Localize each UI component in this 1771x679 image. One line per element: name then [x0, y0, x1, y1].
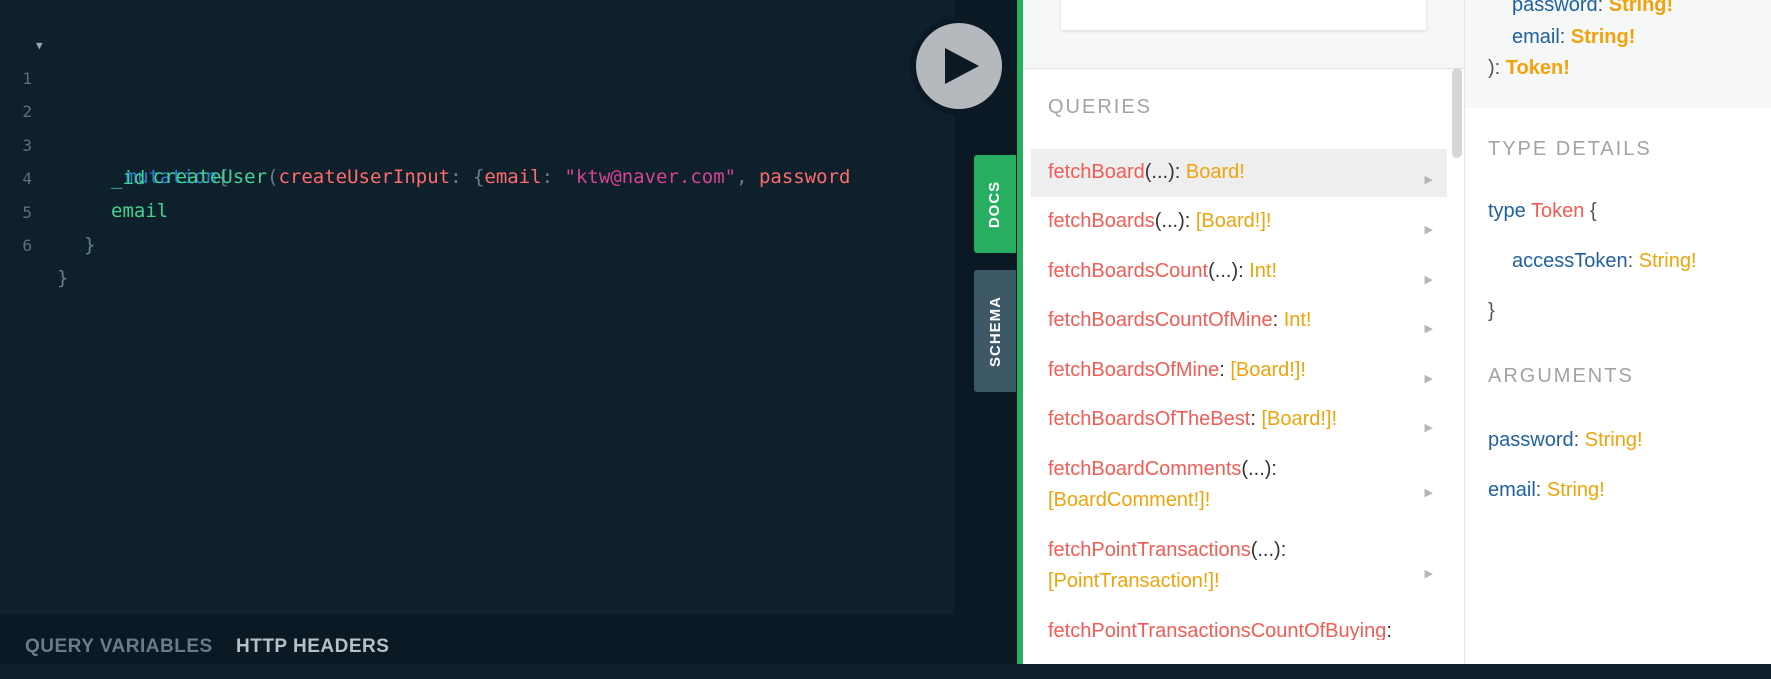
type-detail-panel: password: String! email: String! ): Toke…: [1464, 0, 1771, 664]
docs-search-box[interactable]: ⌕: [1061, 0, 1426, 30]
tab-docs-label: DOCS: [986, 180, 1004, 228]
fold-arrow-icon[interactable]: ▼: [36, 29, 43, 62]
docs-search-area: ⌕: [1023, 0, 1464, 69]
argument-password[interactable]: password: String!: [1488, 429, 1643, 452]
chevron-right-icon: ▶: [1424, 487, 1433, 499]
string-value: "ktw@naver.com": [564, 166, 737, 188]
signature-arg-email: email: String!: [1512, 26, 1636, 48]
tab-schema-label: SCHEMA: [986, 295, 1004, 367]
play-icon: [945, 48, 979, 84]
tab-query-variables[interactable]: QUERY VARIABLES: [25, 615, 213, 679]
tab-http-headers[interactable]: HTTP HEADERS: [236, 615, 389, 679]
type-field-access-token[interactable]: accessToken: String!: [1512, 250, 1697, 273]
line-number: 6: [22, 236, 32, 255]
query-item[interactable]: fetchBoardsCountOfMine: Int! ▶: [1031, 305, 1447, 345]
query-item[interactable]: fetchBoards(...): [Board!]! ▶: [1031, 206, 1447, 246]
query-editor[interactable]: 1 ▼ mutation{ 2 createUser(createUserInp…: [0, 0, 955, 615]
return-type-link[interactable]: Token!: [1506, 57, 1570, 79]
code-line-3[interactable]: 3 _id: [0, 96, 145, 189]
chevron-right-icon: ▶: [1424, 174, 1433, 186]
query-item[interactable]: fetchPointTransactions(...): [PointTransa…: [1031, 535, 1447, 603]
code-line-5[interactable]: 5 }: [0, 163, 95, 256]
chevron-right-icon: ▶: [1424, 323, 1433, 335]
code-line-2[interactable]: 2 createUser(createUserInput: {email: "k…: [0, 62, 850, 188]
chevron-right-icon: ▶: [1424, 568, 1433, 580]
execute-query-button[interactable]: [910, 17, 1008, 115]
code-line-6[interactable]: 6 }: [0, 196, 68, 289]
tab-schema[interactable]: SCHEMA: [974, 270, 1016, 392]
query-item[interactable]: fetchBoardsCount(...): Int! ▶: [1031, 256, 1447, 296]
chevron-right-icon: ▶: [1424, 224, 1433, 236]
query-item[interactable]: fetchBoardsOfTheBest: [Board!]! ▶: [1031, 404, 1447, 444]
code-line-1[interactable]: 1 ▼ mutation{: [0, 29, 228, 188]
arguments-heading: ARGUMENTS: [1488, 365, 1634, 387]
queries-section-title: QUERIES: [1048, 96, 1153, 118]
query-item[interactable]: fetchBoard(...): Board! ▶: [1031, 149, 1447, 197]
field-create-user: createUser: [152, 166, 268, 188]
type-definition: type Token {: [1488, 200, 1597, 222]
argument-email[interactable]: email: String!: [1488, 479, 1605, 502]
query-item[interactable]: fetchBoardsOfMine: [Board!]! ▶: [1031, 355, 1447, 395]
chevron-right-icon: ▶: [1424, 422, 1433, 434]
docs-scrollbar[interactable]: [1452, 68, 1462, 158]
query-item[interactable]: fetchPointTransactionsCountOfBuying:: [1031, 616, 1447, 640]
chevron-right-icon: ▶: [1424, 373, 1433, 385]
chevron-right-icon: ▶: [1424, 274, 1433, 286]
type-details-heading: TYPE DETAILS: [1488, 138, 1652, 160]
signature-return: ): Token!: [1488, 57, 1570, 79]
type-close-brace: }: [1488, 300, 1495, 322]
signature-box: password: String! email: String! ): Toke…: [1465, 0, 1771, 108]
signature-arg-password: password: String!: [1512, 0, 1674, 16]
tab-docs[interactable]: DOCS: [974, 155, 1016, 253]
query-item[interactable]: fetchBoardComments(...): [BoardComment!]!…: [1031, 454, 1447, 522]
docs-panel: ⌕ QUERIES fetchBoard(...): Board! ▶ fetc…: [1023, 0, 1464, 664]
bottom-bar: QUERY VARIABLES HTTP HEADERS: [0, 615, 1017, 664]
code-line-4[interactable]: 4 email: [0, 129, 168, 222]
